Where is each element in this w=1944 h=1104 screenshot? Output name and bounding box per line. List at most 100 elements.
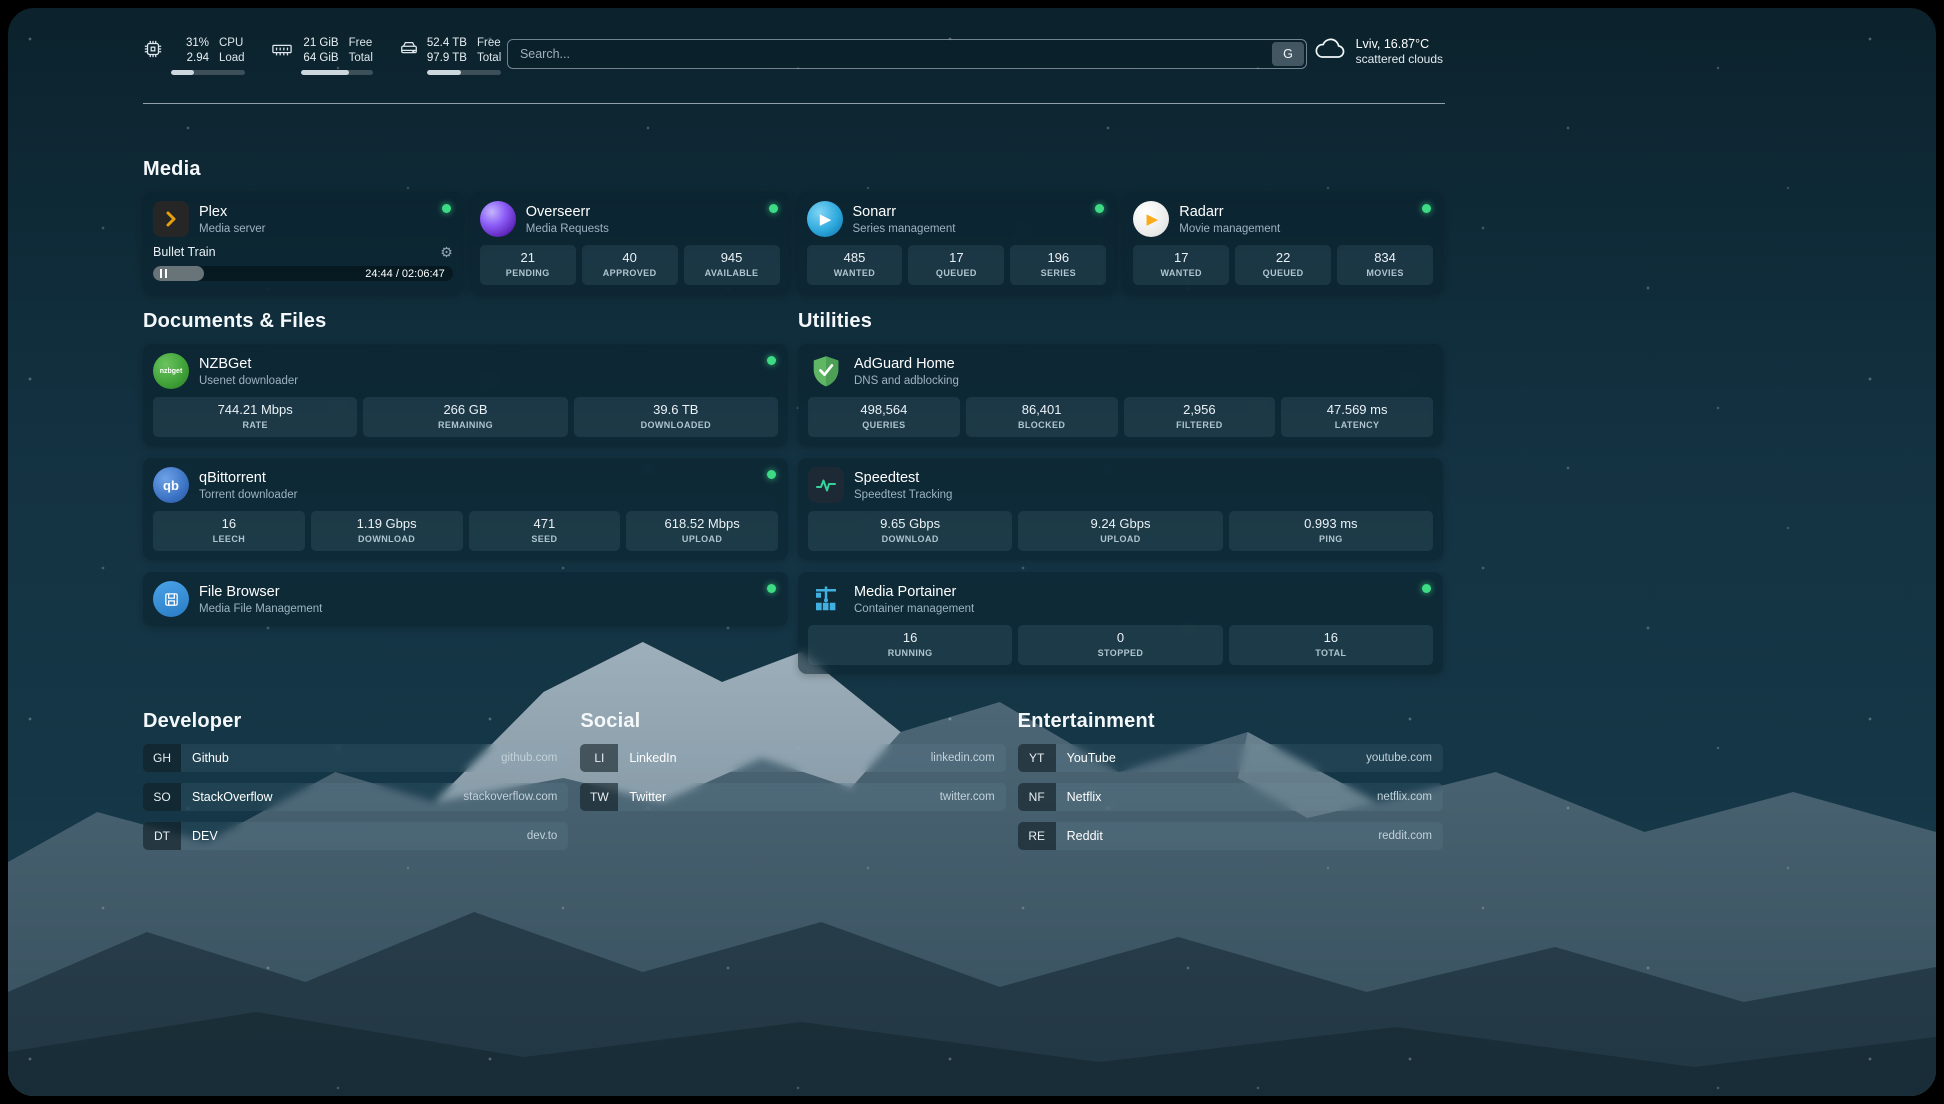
bookmark-youtube[interactable]: YT YouTube youtube.com: [1018, 744, 1443, 772]
section-title-utilities: Utilities: [798, 310, 1443, 333]
cpu-usage-label: CPU: [219, 36, 245, 50]
qbittorrent-icon: qb: [153, 467, 189, 503]
playback-progress-bar: 24:44 / 02:06:47: [153, 266, 453, 281]
bookmark-stackoverflow[interactable]: SO StackOverflow stackoverflow.com: [143, 783, 568, 811]
stat-remaining: 266 GBREMAINING: [363, 397, 567, 437]
service-card-sonarr[interactable]: ▶ Sonarr Series management 485WANTED 17Q…: [797, 192, 1117, 294]
section-title-social: Social: [580, 710, 1005, 733]
radarr-icon: ▶: [1133, 201, 1169, 237]
bookmark-name: YouTube: [1056, 744, 1366, 772]
service-name: AdGuard Home: [854, 355, 959, 373]
bookmark-netflix[interactable]: NF Netflix netflix.com: [1018, 783, 1443, 811]
disk-icon: [399, 36, 419, 59]
bookmark-twitter[interactable]: TW Twitter twitter.com: [580, 783, 1005, 811]
service-subtitle: Container management: [854, 602, 974, 616]
service-name: Sonarr: [853, 203, 956, 221]
service-card-portainer[interactable]: Media Portainer Container management 16R…: [798, 572, 1443, 674]
search-provider-button[interactable]: G: [1272, 42, 1304, 66]
search-bar: G: [507, 39, 1307, 69]
section-title-developer: Developer: [143, 710, 568, 733]
status-dot: [767, 584, 776, 593]
stat-blocked: 86,401BLOCKED: [966, 397, 1118, 437]
header-divider: [143, 103, 1445, 104]
service-subtitle: Movie management: [1179, 222, 1280, 236]
stat-rate: 744.21 MbpsRATE: [153, 397, 357, 437]
memory-total-value: 64 GiB: [301, 51, 339, 65]
cpu-load-value: 2.94: [171, 51, 209, 65]
stat-download: 1.19 GbpsDOWNLOAD: [311, 511, 463, 551]
memory-widget: 21 GiB Free 64 GiB Total: [271, 36, 373, 75]
disk-progress-bar: [427, 70, 501, 75]
service-card-plex[interactable]: Plex Media server Bullet Train ⚙ 24:44: [143, 192, 463, 294]
stat-downloaded: 39.6 TBDOWNLOADED: [574, 397, 778, 437]
service-subtitle: DNS and adblocking: [854, 374, 959, 388]
bookmark-domain: twitter.com: [940, 783, 1006, 811]
search-input[interactable]: [507, 39, 1307, 69]
bookmark-domain: netflix.com: [1377, 783, 1443, 811]
status-dot: [1422, 584, 1431, 593]
service-card-speedtest[interactable]: Speedtest Speedtest Tracking 9.65 GbpsDO…: [798, 458, 1443, 560]
service-card-nzbget[interactable]: nzbget NZBGet Usenet downloader 744.21 M…: [143, 344, 788, 446]
status-dot: [769, 204, 778, 213]
section-documents: Documents & Files nzbget NZBGet Usenet d…: [143, 310, 788, 686]
service-name: Radarr: [1179, 203, 1280, 221]
bookmark-abbr: NF: [1018, 783, 1056, 811]
playback-time: 24:44 / 02:06:47: [365, 268, 445, 280]
stat-leech: 16LEECH: [153, 511, 305, 551]
dashboard-screen: 31% CPU 2.94 Load 21: [8, 8, 1936, 1096]
bookmark-domain: youtube.com: [1366, 744, 1443, 772]
portainer-icon: [808, 581, 844, 617]
cpu-load-label: Load: [219, 51, 245, 65]
overseerr-icon: [480, 201, 516, 237]
bookmark-name: LinkedIn: [618, 744, 930, 772]
bookmark-name: Github: [181, 744, 501, 772]
service-card-filebrowser[interactable]: File Browser Media File Management: [143, 572, 788, 626]
service-card-adguard[interactable]: AdGuard Home DNS and adblocking 498,564Q…: [798, 344, 1443, 446]
service-card-overseerr[interactable]: Overseerr Media Requests 21PENDING 40APP…: [470, 192, 790, 294]
service-subtitle: Media File Management: [199, 602, 322, 616]
stat-upload: 9.24 GbpsUPLOAD: [1018, 511, 1222, 551]
bookmark-dev[interactable]: DT DEV dev.to: [143, 822, 568, 850]
service-name: Media Portainer: [854, 583, 974, 601]
stat-movies: 834MOVIES: [1337, 245, 1433, 285]
stat-queued: 17QUEUED: [908, 245, 1004, 285]
now-playing-title: Bullet Train: [153, 245, 216, 259]
bookmark-domain: stackoverflow.com: [463, 783, 568, 811]
speedtest-icon: [808, 467, 844, 503]
cpu-progress-bar: [171, 70, 245, 75]
bookmark-abbr: DT: [143, 822, 181, 850]
top-bar: 31% CPU 2.94 Load 21: [143, 34, 1443, 75]
gear-icon[interactable]: ⚙: [440, 245, 453, 259]
section-media: Media Plex Media server Bullet: [143, 158, 1443, 294]
bookmark-domain: reddit.com: [1378, 822, 1443, 850]
service-card-radarr[interactable]: ▶ Radarr Movie management 17WANTED 22QUE…: [1123, 192, 1443, 294]
stat-series: 196SERIES: [1010, 245, 1106, 285]
service-subtitle: Speedtest Tracking: [854, 488, 952, 502]
stat-total: 16TOTAL: [1229, 625, 1433, 665]
service-card-qbittorrent[interactable]: qb qBittorrent Torrent downloader 16LEEC…: [143, 458, 788, 560]
cpu-icon: [143, 36, 163, 59]
adguard-icon: [808, 353, 844, 389]
memory-free-label: Free: [349, 36, 373, 50]
service-subtitle: Media server: [199, 222, 265, 236]
stat-available: 945AVAILABLE: [684, 245, 780, 285]
status-dot: [767, 470, 776, 479]
stat-seed: 471SEED: [469, 511, 621, 551]
weather-widget: Lviv, 16.87°C scattered clouds: [1313, 34, 1443, 67]
bookmark-name: Twitter: [618, 783, 939, 811]
bookmark-linkedin[interactable]: LI LinkedIn linkedin.com: [580, 744, 1005, 772]
filebrowser-icon: [153, 581, 189, 617]
stat-approved: 40APPROVED: [582, 245, 678, 285]
bookmark-reddit[interactable]: RE Reddit reddit.com: [1018, 822, 1443, 850]
disk-total-label: Total: [477, 51, 501, 65]
section-title-media: Media: [143, 158, 1443, 181]
service-name: Overseerr: [526, 203, 609, 221]
stat-running: 16RUNNING: [808, 625, 1012, 665]
bookmark-abbr: GH: [143, 744, 181, 772]
disk-free-label: Free: [477, 36, 501, 50]
stat-wanted: 485WANTED: [807, 245, 903, 285]
bookmark-github[interactable]: GH Github github.com: [143, 744, 568, 772]
status-dot: [767, 356, 776, 365]
stat-wanted: 17WANTED: [1133, 245, 1229, 285]
bookmark-name: Reddit: [1056, 822, 1379, 850]
